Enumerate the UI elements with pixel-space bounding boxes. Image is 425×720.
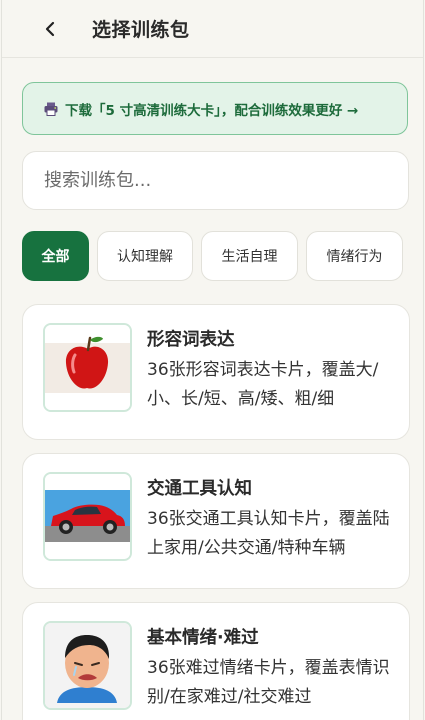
pack-description: 36张形容词表达卡片，覆盖大/小、长/短、高/矮、粗/细 (147, 360, 379, 409)
apple-image (45, 325, 130, 410)
tab-cognition[interactable]: 认知理解 (97, 231, 193, 281)
download-cards-banner[interactable]: 下载「5 寸高清训练大卡」，配合训练效果更好 → (22, 82, 408, 135)
pack-title: 交通工具认知 (147, 479, 252, 499)
tab-all[interactable]: 全部 (22, 231, 89, 281)
pack-thumbnail (43, 621, 132, 710)
pack-thumbnail (43, 472, 132, 561)
pack-description: 36张交通工具认知卡片，覆盖陆上家用/公共交通/特种车辆 (147, 509, 390, 558)
pack-card-emotion-sad[interactable]: 基本情绪·难过 36张难过情绪卡片，覆盖表情识别/在家难过/社交难过 (22, 602, 410, 720)
pack-description: 36张难过情绪卡片，覆盖表情识别/在家难过/社交难过 (147, 658, 390, 707)
back-button[interactable] (34, 13, 66, 45)
chevron-left-icon (45, 21, 55, 36)
header: 选择训练包 (2, 0, 423, 58)
banner-text: 下载「5 寸高清训练大卡」，配合训练效果更好 → (65, 102, 359, 119)
tab-emotion-behavior[interactable]: 情绪行为 (306, 231, 403, 281)
red-car-image (45, 474, 130, 559)
tab-self-care[interactable]: 生活自理 (201, 231, 298, 281)
crying-child-image (45, 623, 130, 708)
printer-icon (44, 102, 58, 116)
category-tabs: 全部 认知理解 生活自理 情绪行为 (22, 231, 403, 281)
pack-card-vehicles[interactable]: 交通工具认知 36张交通工具认知卡片，覆盖陆上家用/公共交通/特种车辆 (22, 453, 410, 589)
search-input[interactable] (22, 151, 409, 210)
pack-thumbnail (43, 323, 132, 412)
page-title: 选择训练包 (92, 19, 190, 41)
pack-title: 基本情绪·难过 (147, 628, 259, 648)
pack-title: 形容词表达 (147, 330, 235, 350)
app-screen: 选择训练包 下载「5 寸高清训练大卡」，配合训练效果更好 → 全部 认知理解 生… (1, 0, 424, 720)
pack-card-adjectives[interactable]: 形容词表达 36张形容词表达卡片，覆盖大/小、长/短、高/矮、粗/细 (22, 304, 410, 440)
